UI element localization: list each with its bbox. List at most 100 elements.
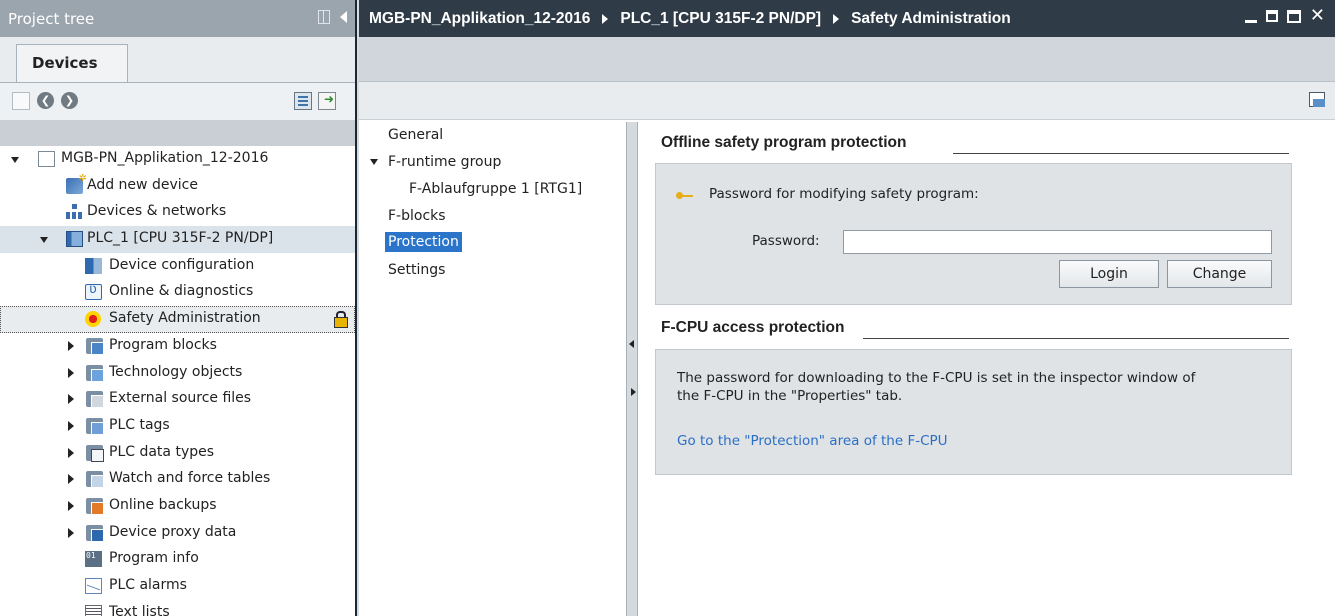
password-label: Password: [752,233,820,249]
plc-icon [66,231,83,248]
tree-item-label: PLC tags [109,416,170,433]
tree-item[interactable]: Devices & networks [0,199,355,226]
expanded-arrow-icon[interactable] [40,237,48,244]
editor-window: MGB-PN_Applikation_12-2016 PLC_1 [CPU 31… [359,0,1335,616]
breadcrumb-separator-icon [833,13,840,24]
tree-item[interactable]: PLC alarms [0,573,355,600]
go-to-protection-link[interactable]: Go to the "Protection" area of the F-CPU [677,433,948,449]
nav-runtime-group[interactable]: F-runtime group [388,154,501,170]
nav-runtime-group-child[interactable]: F-Ablaufgruppe 1 [RTG1] [409,181,582,197]
tree-item[interactable]: Program blocks [0,333,355,360]
tree-item-label: Watch and force tables [109,470,271,487]
pane-layout-icon[interactable] [318,10,330,24]
protection-content: Offline safety program protection Passwo… [643,122,1333,616]
project-tree-titlebar: Project tree [0,0,355,37]
add-device-icon [66,173,87,194]
collapsed-arrow-icon[interactable] [68,527,74,538]
offline-protection-box: Password for modifying safety program: P… [655,163,1292,305]
program-blocks-icon [86,337,104,355]
program-info-icon [85,551,102,568]
network-icon [66,204,83,220]
forward-icon[interactable]: ❯ [61,92,78,109]
breadcrumb-project[interactable]: MGB-PN_Applikation_12-2016 [369,10,590,28]
breadcrumb-plc[interactable]: PLC_1 [CPU 315F-2 PN/DP] [620,10,821,28]
project-tree-tabrow: Devices [0,37,355,82]
close-icon[interactable]: ✕ [1310,6,1325,26]
float-icon[interactable] [1265,10,1278,22]
tree-item-label: MGB-PN_Applikation_12-2016 [61,150,269,166]
tree-item-label: Online backups [109,496,217,513]
nav-general[interactable]: General [388,127,443,143]
editor-titlebar: MGB-PN_Applikation_12-2016 PLC_1 [CPU 31… [359,0,1335,37]
tree-item[interactable]: PLC tags [0,413,355,440]
minimize-icon[interactable] [1244,19,1257,23]
tree-item[interactable]: Program info [0,546,355,573]
tree-item[interactable]: Online & diagnostics [0,279,355,306]
expand-right-icon[interactable] [631,388,636,396]
tree-item[interactable]: Text lists [0,600,355,616]
tree-item[interactable]: Device configuration [0,253,355,280]
go-to-editor-icon[interactable] [318,92,336,110]
collapsed-arrow-icon[interactable] [68,447,74,458]
watch-tables-icon [86,471,104,489]
tree-header-band [0,120,355,146]
tree-item[interactable]: MGB-PN_Applikation_12-2016 [0,146,355,173]
collapsed-arrow-icon[interactable] [68,394,74,405]
overview-icon[interactable] [294,92,312,110]
password-field[interactable] [843,230,1272,254]
fcpu-protection-title: F-CPU access protection [661,319,845,336]
breadcrumb-safety[interactable]: Safety Administration [851,10,1011,28]
nav-settings[interactable]: Settings [388,262,445,278]
collapse-left-icon[interactable] [629,340,634,348]
tree-item[interactable]: Safety Administration [0,306,355,333]
tree-item-label: PLC data types [109,443,215,460]
tree-item-label: Add new device [87,176,198,193]
new-group-icon[interactable] [12,92,30,110]
login-button[interactable]: Login [1059,260,1159,288]
collapsed-arrow-icon[interactable] [68,367,74,378]
fcpu-description-line1: The password for downloading to the F-CP… [677,370,1196,386]
online-backups-icon [86,497,104,515]
expand-arrow-icon[interactable] [370,159,378,165]
collapsed-arrow-icon[interactable] [68,340,74,351]
nav-splitter[interactable] [626,122,638,616]
technology-objects-icon [86,364,104,382]
tree-item[interactable]: Device proxy data [0,520,355,547]
plc-alarms-icon [85,578,102,594]
tree-item-label: Text lists [109,603,170,616]
project-tree-toolbar: ❮ ❯ [0,82,355,120]
tree-item[interactable]: External source files [0,386,355,413]
collapsed-arrow-icon[interactable] [68,500,74,511]
expanded-arrow-icon[interactable] [11,157,19,163]
tree-item[interactable]: Technology objects [0,360,355,387]
plc-tags-icon [86,417,104,435]
tree-item-label: Program blocks [109,336,217,353]
tree-item[interactable]: PLC data types [0,440,355,467]
tree-item[interactable]: Add new device [0,173,355,200]
device-proxy-icon [86,524,104,542]
text-lists-icon [85,604,102,616]
back-icon[interactable]: ❮ [37,92,54,109]
project-tree-panel: Project tree Devices ❮ ❯ MGB-PN_Applikat… [0,0,357,616]
tree-item-label: Safety Administration [109,310,261,327]
online-diagnostics-icon [85,282,102,301]
nav-protection[interactable]: Protection [385,232,462,252]
project-tree-title: Project tree [8,9,95,28]
tree-item[interactable]: Online backups [0,493,355,520]
nav-f-blocks[interactable]: F-blocks [388,208,446,224]
plc-data-types-icon [86,444,104,462]
maximize-icon[interactable] [1286,9,1301,23]
inspector-window-icon[interactable] [1309,92,1325,107]
change-button[interactable]: Change [1167,260,1272,288]
tree-item-label: Online & diagnostics [109,283,254,300]
tree-item[interactable]: PLC_1 [CPU 315F-2 PN/DP] [0,226,355,253]
collapse-panel-icon[interactable] [340,11,347,23]
tree-item-label: Device configuration [109,256,255,273]
tree-item-label: Technology objects [109,363,243,380]
tab-devices[interactable]: Devices [16,44,128,82]
tree-item[interactable]: Watch and force tables [0,466,355,493]
tree-item-label: Program info [109,550,199,567]
collapsed-arrow-icon[interactable] [68,420,74,431]
collapsed-arrow-icon[interactable] [68,474,74,485]
lock-icon [334,311,348,329]
